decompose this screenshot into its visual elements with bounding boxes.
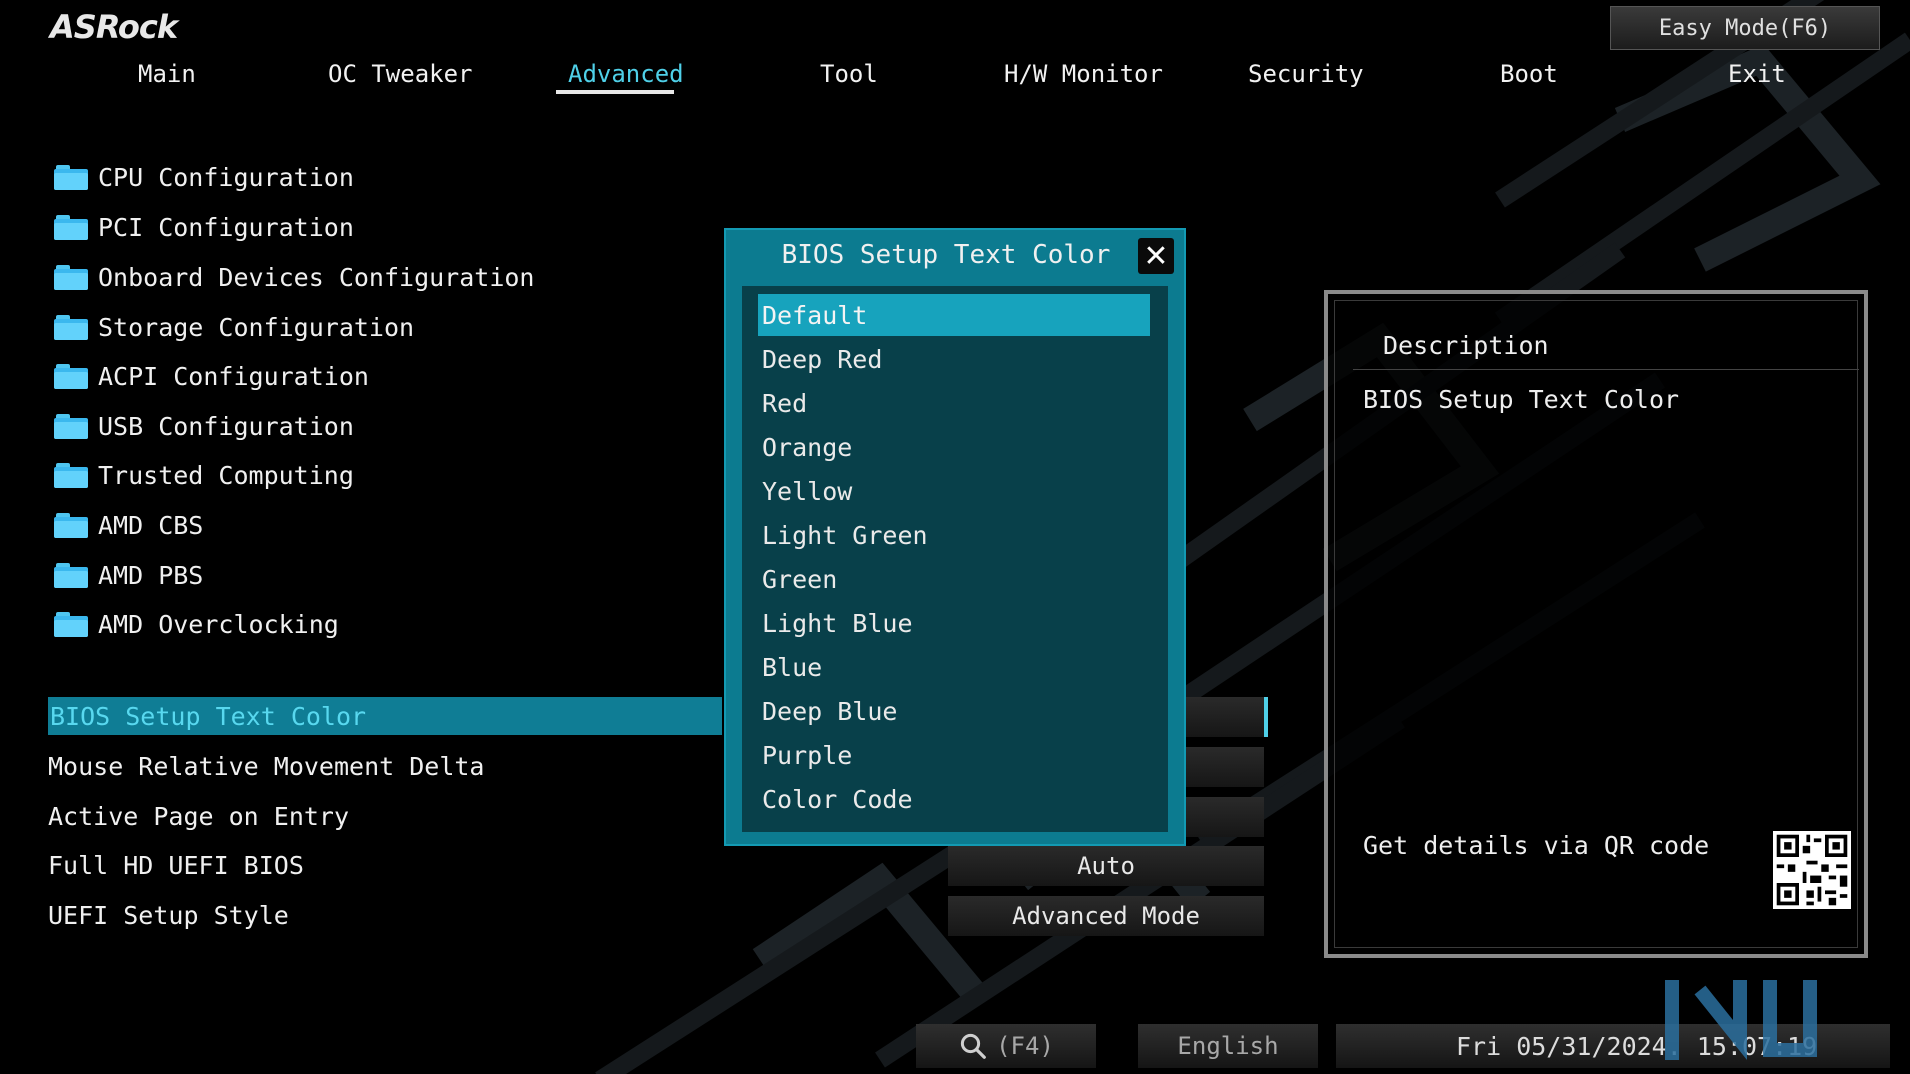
menu-item-label: AMD CBS (98, 510, 204, 540)
description-header: Description (1383, 331, 1549, 360)
close-icon[interactable]: ✕ (1138, 238, 1174, 274)
dialog-title: BIOS Setup Text Color (781, 240, 1111, 270)
folder-icon (54, 512, 88, 538)
setting-bios-setup-text-color[interactable]: BIOS Setup Text Color (48, 697, 722, 735)
description-text: BIOS Setup Text Color (1363, 385, 1680, 414)
folder-icon (54, 462, 88, 488)
option-green[interactable]: Green (758, 558, 1150, 600)
text-color-dialog: BIOS Setup Text Color ✕ Default Deep Red… (724, 228, 1186, 846)
tab-main[interactable]: Main (138, 60, 196, 88)
menu-item-label: Storage Configuration (98, 312, 415, 342)
folder-icon (54, 164, 88, 190)
search-button[interactable]: (F4) (916, 1024, 1096, 1068)
option-purple[interactable]: Purple (758, 734, 1150, 776)
active-tab-underline (556, 90, 674, 94)
option-deep-red[interactable]: Deep Red (758, 338, 1150, 380)
tab-advanced[interactable]: Advanced (568, 60, 684, 88)
option-red[interactable]: Red (758, 382, 1150, 424)
watermark-logo-icon (1665, 980, 1817, 1060)
menu-item-label: AMD PBS (98, 560, 204, 590)
folder-icon (54, 562, 88, 588)
menu-item-acpi-configuration[interactable]: ACPI Configuration (54, 356, 369, 396)
menu-item-storage-configuration[interactable]: Storage Configuration (54, 307, 414, 347)
setting-full-hd-uefi-bios[interactable]: Full HD UEFI BIOS (48, 846, 304, 884)
search-icon (960, 1033, 986, 1059)
asrock-logo: ASRock (50, 8, 178, 46)
tab-hw-monitor[interactable]: H/W Monitor (1004, 60, 1163, 88)
option-orange[interactable]: Orange (758, 426, 1150, 468)
tab-security[interactable]: Security (1248, 60, 1364, 88)
folder-icon (54, 264, 88, 290)
option-light-green[interactable]: Light Green (758, 514, 1150, 556)
menu-item-amd-pbs[interactable]: AMD PBS (54, 555, 203, 595)
setting-value-full-hd-uefi-bios[interactable]: Auto (948, 846, 1264, 886)
menu-item-label: Onboard Devices Configuration (98, 262, 535, 292)
setting-mouse-relative-movement-delta[interactable]: Mouse Relative Movement Delta (48, 747, 485, 785)
menu-item-label: USB Configuration (98, 411, 354, 441)
option-default[interactable]: Default (758, 294, 1150, 336)
menu-item-label: Trusted Computing (98, 460, 354, 490)
option-deep-blue[interactable]: Deep Blue (758, 690, 1150, 732)
folder-icon (54, 413, 88, 439)
option-blue[interactable]: Blue (758, 646, 1150, 688)
language-button[interactable]: English (1138, 1024, 1318, 1068)
setting-value-bios-setup-text-color[interactable] (1180, 697, 1268, 737)
menu-item-label: PCI Configuration (98, 212, 354, 242)
easy-mode-button[interactable]: Easy Mode(F6) (1610, 6, 1880, 50)
tab-oc-tweaker[interactable]: OC Tweaker (328, 60, 473, 88)
menu-item-label: CPU Configuration (98, 162, 354, 192)
setting-value-mouse-relative-movement-delta[interactable] (1180, 747, 1264, 787)
folder-icon (54, 314, 88, 340)
search-shortcut-label: (F4) (996, 1032, 1054, 1060)
menu-item-label: ACPI Configuration (98, 361, 369, 391)
menu-item-amd-overclocking[interactable]: AMD Overclocking (54, 604, 339, 644)
menu-item-trusted-computing[interactable]: Trusted Computing (54, 455, 354, 495)
description-frame: Description BIOS Setup Text Color Get de… (1334, 300, 1859, 948)
menu-item-pci-configuration[interactable]: PCI Configuration (54, 207, 354, 247)
folder-icon (54, 363, 88, 389)
option-color-code[interactable]: Color Code (758, 778, 1150, 820)
setting-uefi-setup-style[interactable]: UEFI Setup Style (48, 896, 289, 934)
menu-item-cpu-configuration[interactable]: CPU Configuration (54, 157, 354, 197)
tab-boot[interactable]: Boot (1500, 60, 1558, 88)
description-panel: Description BIOS Setup Text Color Get de… (1324, 290, 1868, 958)
color-options-list: Default Deep Red Red Orange Yellow Light… (742, 286, 1168, 832)
menu-item-amd-cbs[interactable]: AMD CBS (54, 505, 203, 545)
option-yellow[interactable]: Yellow (758, 470, 1150, 512)
folder-icon (54, 611, 88, 637)
setting-active-page-on-entry[interactable]: Active Page on Entry (48, 797, 349, 835)
option-light-blue[interactable]: Light Blue (758, 602, 1150, 644)
setting-value-uefi-setup-style[interactable]: Advanced Mode (948, 896, 1264, 936)
setting-value-active-page-on-entry[interactable] (1180, 797, 1264, 837)
qr-code-icon (1773, 831, 1851, 909)
tab-tool[interactable]: Tool (820, 60, 878, 88)
menu-item-usb-configuration[interactable]: USB Configuration (54, 406, 354, 446)
qr-caption: Get details via QR code (1363, 831, 1710, 860)
folder-icon (54, 214, 88, 240)
tab-exit[interactable]: Exit (1728, 60, 1786, 88)
menu-item-label: AMD Overclocking (98, 609, 339, 639)
menu-item-onboard-devices-configuration[interactable]: Onboard Devices Configuration (54, 257, 535, 297)
description-divider (1353, 369, 1859, 370)
